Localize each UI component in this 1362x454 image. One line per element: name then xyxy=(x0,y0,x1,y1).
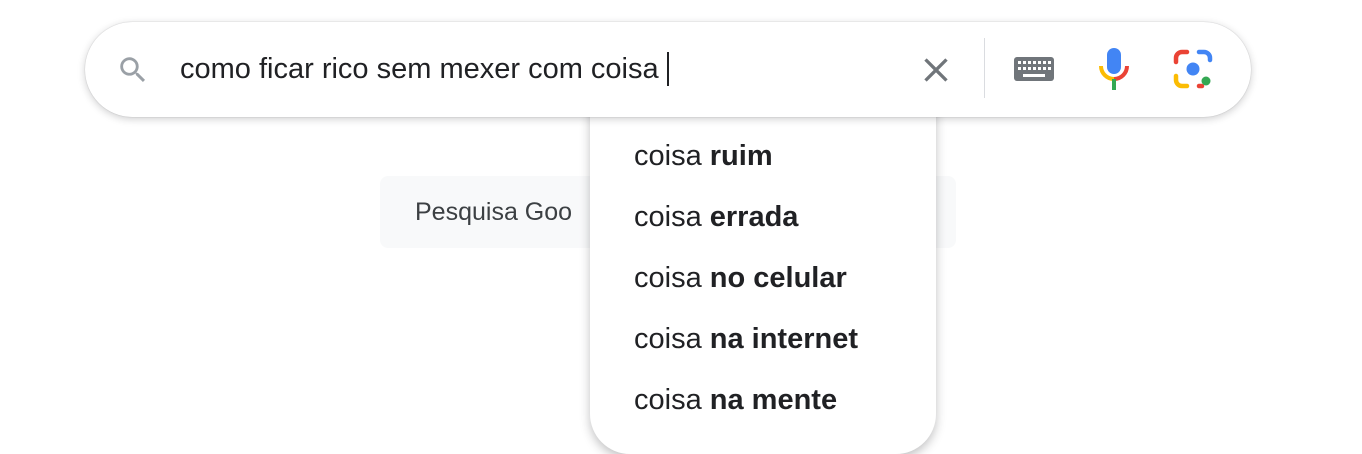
suggestion-prefix: coisa xyxy=(634,323,710,355)
suggestion-prefix: coisa xyxy=(634,262,710,294)
suggestion-item[interactable]: coisa no celular xyxy=(634,254,847,302)
suggestion-item[interactable]: coisa na mente xyxy=(634,376,837,424)
search-input[interactable]: como ficar rico sem mexer com coisa xyxy=(180,51,669,87)
suggestion-prefix: coisa xyxy=(634,201,710,233)
suggestion-item[interactable]: coisa na internet xyxy=(634,315,858,363)
suggestion-completion: na internet xyxy=(709,323,859,355)
microphone-icon xyxy=(1099,48,1129,90)
voice-search-button[interactable] xyxy=(1096,46,1132,92)
google-search-page: como ficar rico sem mexer com coisa Pesq… xyxy=(0,0,1362,454)
suggestion-completion: ruim xyxy=(709,140,773,172)
suggestion-prefix: coisa xyxy=(634,384,710,416)
divider xyxy=(984,38,985,98)
clear-button[interactable] xyxy=(916,50,956,90)
autocomplete-dropdown: coisa ruim coisa errada coisa no celular… xyxy=(590,100,936,454)
suggestion-completion: no celular xyxy=(709,262,847,294)
lens-search-button[interactable] xyxy=(1172,48,1214,90)
keyboard-button[interactable] xyxy=(1012,52,1056,86)
suggestion-item[interactable]: coisa errada xyxy=(634,193,798,241)
text-cursor xyxy=(666,52,669,86)
search-icon xyxy=(116,53,150,87)
close-icon xyxy=(924,58,948,82)
suggestion-completion: na mente xyxy=(709,384,838,416)
suggestion-item[interactable]: coisa ruim xyxy=(634,132,773,180)
suggestion-completion: errada xyxy=(709,201,799,233)
suggestion-prefix: coisa xyxy=(634,140,710,172)
camera-lens-icon xyxy=(1173,49,1213,89)
keyboard-icon xyxy=(1014,57,1054,81)
google-search-button-label: Pesquisa Goo xyxy=(415,198,573,226)
search-query-text: como ficar rico sem mexer com coisa xyxy=(180,53,659,85)
